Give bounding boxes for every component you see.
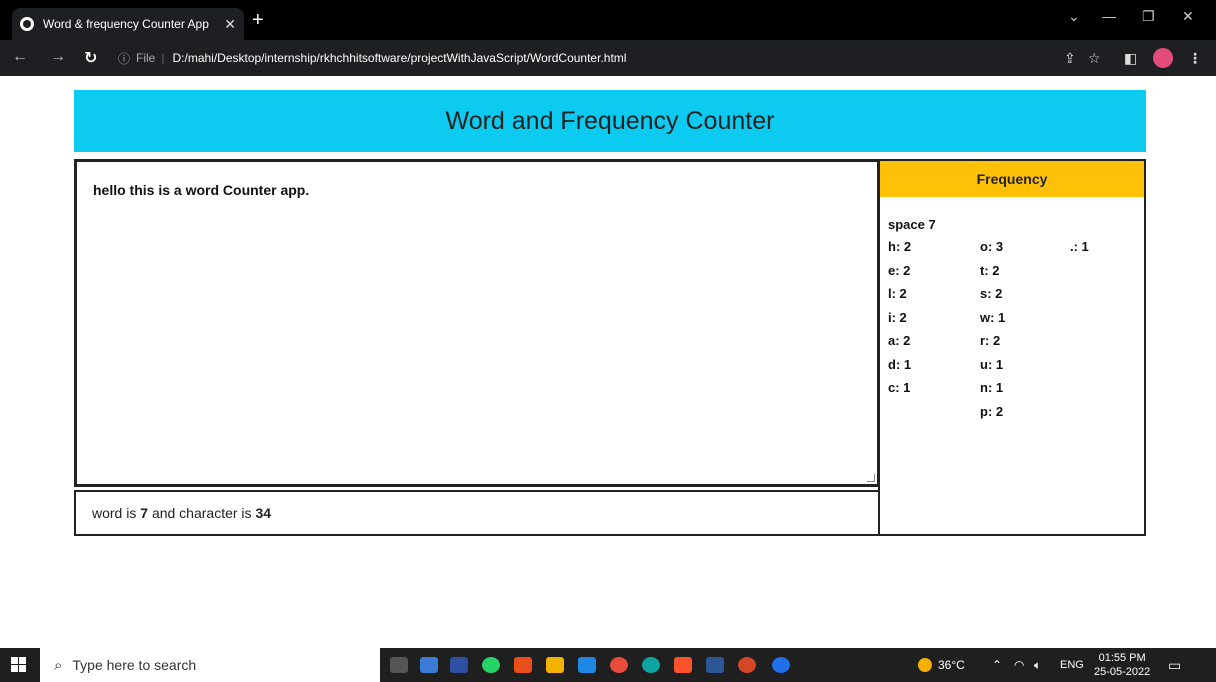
profile-avatar[interactable] xyxy=(1153,48,1173,68)
frequency-item: .: 1 xyxy=(1070,239,1089,254)
volume-icon[interactable]: 🔈︎ xyxy=(1034,648,1041,682)
frequency-item: t: 2 xyxy=(980,262,1000,278)
taskbar-search-box[interactable]: ⌕ Type here to search xyxy=(40,648,380,682)
language-indicator[interactable]: ENG xyxy=(1060,648,1084,682)
dev-icon[interactable] xyxy=(450,657,468,673)
new-tab-button[interactable]: + xyxy=(252,10,264,30)
search-placeholder: Type here to search xyxy=(72,657,197,673)
clock-date: 25-05-2022 xyxy=(1094,666,1151,678)
frequency-item: e: 2 xyxy=(888,262,911,278)
word-count: 7 xyxy=(140,505,149,521)
resize-handle-icon[interactable] xyxy=(867,474,875,482)
weather-widget[interactable]: 36°C xyxy=(918,648,965,682)
frequency-item: n: 1 xyxy=(980,380,1004,395)
close-window-icon[interactable]: ✕ xyxy=(1182,8,1194,25)
search-icon: ⌕ xyxy=(54,656,63,674)
browser-tab-bar: Word & frequency Counter App ✕ + ⌄ — ❐ ✕ xyxy=(0,0,1216,40)
page-content: Word and Frequency Counter hello this is… xyxy=(0,76,1216,648)
frequency-item: d: 1 xyxy=(888,356,912,372)
tab-close-icon[interactable]: ✕ xyxy=(224,16,236,33)
chrome-icon[interactable] xyxy=(610,657,628,673)
tab-search-icon[interactable]: ⌄ xyxy=(1068,8,1080,25)
info-icon[interactable]: ⓘ xyxy=(118,50,130,67)
task-view-icon[interactable] xyxy=(390,657,408,673)
frequency-item: i: 2 xyxy=(888,309,907,325)
browser-tab[interactable]: Word & frequency Counter App ✕ xyxy=(12,8,244,40)
browser-toolbar: ← → ↻ ⓘ File | D:/mahi/Desktop/internshi… xyxy=(0,40,1216,76)
wifi-icon[interactable]: ◠ xyxy=(1014,648,1024,682)
frequency-item: o: 3 xyxy=(980,239,1004,254)
file-explorer-icon[interactable] xyxy=(546,657,564,673)
sun-icon xyxy=(918,658,932,672)
frequency-item: p: 2 xyxy=(980,403,1004,419)
text-input-value: hello this is a word Counter app. xyxy=(93,182,310,198)
space-count: space 7 xyxy=(888,217,936,232)
frequency-item: w: 1 xyxy=(980,309,1006,325)
side-panel-icon[interactable]: ◧ xyxy=(1124,50,1137,67)
back-icon[interactable]: ← xyxy=(12,48,28,66)
vscode-icon[interactable] xyxy=(578,657,596,673)
frequency-heading: Frequency xyxy=(880,161,1144,197)
edge-icon[interactable] xyxy=(642,657,660,673)
globe-icon xyxy=(20,17,34,31)
url-text: D:/mahi/Desktop/internship/rkhchhitsoftw… xyxy=(172,51,627,65)
brave-icon[interactable] xyxy=(674,657,692,673)
page-title: Word and Frequency Counter xyxy=(74,90,1146,152)
count-summary: word is 7 and character is 34 xyxy=(74,490,880,536)
notification-icon[interactable]: ▭ xyxy=(1168,648,1181,682)
forward-icon[interactable]: → xyxy=(50,48,66,66)
restore-icon[interactable]: ❐ xyxy=(1142,8,1155,25)
word-icon[interactable] xyxy=(706,657,724,673)
taskbar-clock[interactable]: 01:55 PM 25-05-2022 xyxy=(1094,651,1150,679)
frequency-column-1: h: 2 e: 2 l: 2 i: 2 a: 2 d: 1 c: 1 xyxy=(888,235,911,400)
whatsapp-icon[interactable] xyxy=(482,657,500,673)
count-middle: and character is xyxy=(151,505,252,521)
share-icon[interactable]: ⇪ xyxy=(1064,50,1076,67)
character-count: 34 xyxy=(255,505,272,521)
frequency-item: h: 2 xyxy=(888,239,912,254)
office-icon[interactable] xyxy=(514,657,532,673)
frequency-item: l: 2 xyxy=(888,286,907,301)
frequency-item: s: 2 xyxy=(980,286,1003,301)
frequency-item: u: 1 xyxy=(980,356,1004,372)
menu-icon[interactable]: ⋮ xyxy=(1188,50,1202,67)
weather-temp: 36°C xyxy=(938,658,965,672)
powerpoint-icon[interactable] xyxy=(738,657,756,673)
frequency-column-2: o: 3 t: 2 s: 2 w: 1 r: 2 u: 1 n: 1 p: 2 xyxy=(980,235,1005,423)
frequency-item: r: 2 xyxy=(980,333,1001,348)
minimize-icon[interactable]: — xyxy=(1102,8,1116,24)
url-separator: | xyxy=(161,51,165,65)
url-scheme-label: File xyxy=(136,51,156,65)
frequency-item: c: 1 xyxy=(888,380,911,395)
help-icon[interactable] xyxy=(772,657,790,673)
reload-icon[interactable]: ↻ xyxy=(84,48,97,68)
app-icon-1[interactable] xyxy=(420,657,438,673)
text-input-area[interactable]: hello this is a word Counter app. xyxy=(74,159,880,487)
count-prefix: word is xyxy=(92,505,137,521)
address-bar[interactable]: ⓘ File | D:/mahi/Desktop/internship/rkhc… xyxy=(110,44,1124,72)
frequency-panel: Frequency space 7 h: 2 e: 2 l: 2 i: 2 a:… xyxy=(878,159,1146,536)
clock-time: 01:55 PM xyxy=(1098,652,1146,664)
frequency-item: a: 2 xyxy=(888,333,911,348)
bookmark-star-icon[interactable]: ☆ xyxy=(1088,50,1101,67)
os-taskbar: ⌕ Type here to search 36°C ⌃ ◠ 🔈︎ ENG 01… xyxy=(0,648,1216,682)
frequency-list: space 7 h: 2 e: 2 l: 2 i: 2 a: 2 d: 1 c:… xyxy=(880,197,1144,419)
tray-chevron-icon[interactable]: ⌃ xyxy=(992,648,1002,682)
windows-start-icon[interactable] xyxy=(11,657,26,672)
tab-title: Word & frequency Counter App xyxy=(43,17,209,31)
frequency-column-3: .: 1 xyxy=(1070,235,1089,259)
